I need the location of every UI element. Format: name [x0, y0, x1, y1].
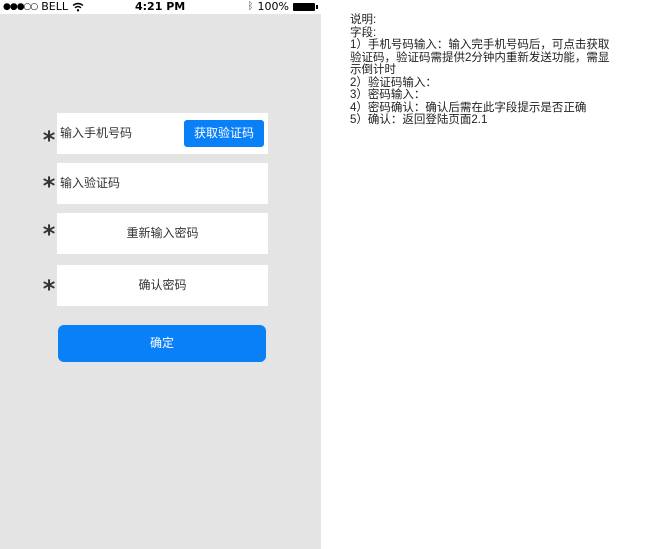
bluetooth-icon: ᛒ [247, 1, 254, 12]
carrier-name: BELL [41, 0, 69, 13]
required-marker-code: * [42, 172, 56, 200]
verification-code-placeholder: 输入验证码 [60, 176, 121, 190]
new-password-placeholder: 重新输入密码 [126, 226, 199, 240]
notes-line: 4）密码确认：确认后需在此字段提示是否正确 [350, 101, 587, 114]
confirm-password-field[interactable]: 确认密码 [57, 265, 268, 306]
notes-title: 说明: [350, 14, 377, 26]
status-bar-right: ᛒ 100% [247, 0, 318, 14]
notes-line: 示倒计时 [350, 64, 396, 76]
status-time: 4:21 PM [135, 0, 186, 13]
phone-number-field[interactable]: 输入手机号码 获取验证码 [57, 113, 268, 154]
notes-field-heading: 字段: [350, 26, 377, 39]
required-marker-confirm-password: * [42, 275, 56, 303]
notes-line: 2）验证码输入： [350, 76, 437, 89]
battery-icon [293, 3, 318, 11]
notes-line: 5）确认：返回登陆页面2.1 [350, 114, 488, 126]
status-bar: ●●●○○ BELL 4:21 PM ᛒ 100% [0, 0, 321, 14]
phone-screen: ●●●○○ BELL 4:21 PM ᛒ 100% * 输入手机号码 获取验证码… [0, 0, 321, 549]
verification-code-field[interactable]: 输入验证码 [57, 163, 268, 204]
signal-strength-icon: ●●●○○ [3, 2, 38, 12]
wifi-icon [72, 2, 84, 12]
page: ●●●○○ BELL 4:21 PM ᛒ 100% * 输入手机号码 获取验证码… [0, 0, 651, 549]
confirm-password-placeholder: 确认密码 [138, 278, 187, 292]
battery-percent: 100% [257, 0, 289, 13]
status-bar-left: ●●●○○ BELL [3, 0, 84, 14]
notes-line: 1）手机号码输入：输入完手机号码后，可点击获取 [350, 39, 610, 51]
required-marker-phone: * [42, 126, 56, 154]
confirm-button[interactable]: 确定 [58, 325, 266, 362]
new-password-field[interactable]: 重新输入密码 [57, 213, 268, 254]
required-marker-password: * [42, 220, 56, 248]
phone-number-placeholder: 输入手机号码 [60, 126, 133, 140]
notes-line: 验证码，验证码需提供2分钟内重新发送功能，需显 [350, 51, 610, 64]
get-code-button[interactable]: 获取验证码 [184, 120, 264, 147]
notes-panel: 说明: 字段: 1）手机号码输入：输入完手机号码后，可点击获取 验证码，验证码需… [350, 14, 646, 127]
notes-line: 3）密码输入： [350, 89, 426, 101]
